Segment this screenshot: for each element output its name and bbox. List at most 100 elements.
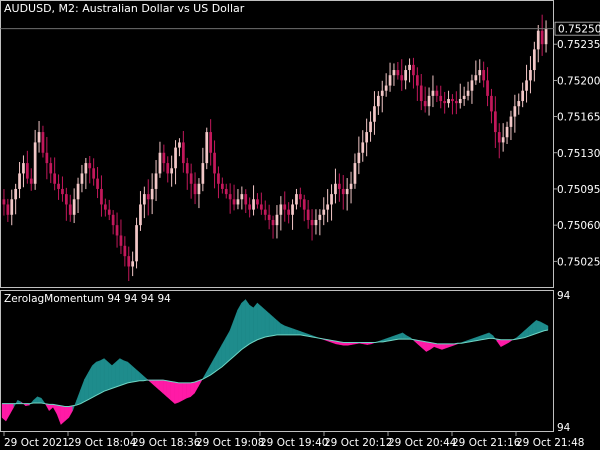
candle-body — [228, 194, 232, 200]
candle-body — [283, 204, 287, 210]
candle-body — [493, 111, 497, 133]
time-tick-label: 29 Oct 21:48 — [516, 437, 584, 449]
candle-body — [361, 142, 365, 153]
candle-body — [209, 132, 213, 153]
time-tick-label: 29 Oct 18:04 — [68, 437, 137, 449]
candle-body — [45, 152, 49, 164]
candle-body — [334, 183, 337, 195]
candle-body — [127, 256, 131, 267]
candle-body — [107, 209, 111, 215]
candle-body — [162, 152, 166, 164]
time-tick-label: 29 Oct 2021 — [4, 437, 69, 449]
candle-body — [400, 75, 404, 81]
symbol-description: Australian Dollar vs US Dollar — [82, 2, 245, 15]
candle-body — [322, 209, 326, 215]
momentum-negative-segment — [60, 405, 66, 425]
candle-body — [271, 219, 275, 226]
momentum-positive-segment — [103, 358, 109, 392]
candle-body — [388, 75, 392, 86]
candle-body — [517, 101, 521, 107]
candle-body — [540, 30, 544, 45]
candle-body — [92, 168, 96, 179]
momentum-negative-segment — [166, 380, 172, 401]
chart-canvas[interactable]: 0.75235 0.75200 0.75165 0.75130 0.75095 0.750… — [0, 0, 600, 450]
candle-body — [158, 152, 162, 174]
candle-body — [41, 132, 45, 153]
candle-body — [478, 70, 482, 76]
candle-body — [392, 70, 396, 76]
candle-body — [131, 261, 135, 267]
candle-body — [80, 173, 84, 184]
momentum-positive-segment — [264, 309, 270, 338]
candle-body — [529, 70, 532, 81]
candle-body — [330, 194, 333, 205]
price-tick-label: 0.75095 — [557, 184, 600, 196]
candle-body — [423, 101, 427, 107]
candle-body — [349, 183, 353, 189]
momentum-positive-segment — [241, 299, 246, 350]
candle-body — [174, 147, 177, 169]
candle-body — [532, 49, 536, 71]
candle-body — [2, 199, 6, 205]
candle-body — [482, 70, 486, 81]
candle-body — [302, 199, 306, 210]
candle-body — [373, 106, 376, 122]
candle-body — [6, 204, 10, 215]
candle-body — [408, 64, 411, 71]
momentum-positive-segment — [268, 312, 274, 337]
candle-body — [178, 142, 181, 148]
candle-body — [279, 204, 283, 215]
candle-body — [103, 204, 107, 210]
momentum-positive-segment — [92, 361, 97, 398]
candle-body — [64, 194, 68, 205]
time-tick-label: 29 Oct 18:36 — [132, 437, 201, 449]
candle-body — [525, 80, 528, 91]
candle-body — [275, 214, 279, 226]
candle-body — [310, 219, 314, 226]
candle-body — [376, 95, 380, 107]
candle-body — [150, 188, 154, 200]
candle-body — [139, 204, 142, 226]
price-tick-label: 0.75060 — [557, 220, 600, 232]
candle-body — [295, 194, 298, 205]
candle-body — [412, 64, 415, 76]
candle-body — [490, 95, 493, 112]
current-price-label: 0.75250 — [558, 24, 600, 36]
candle-body — [462, 95, 466, 99]
candle-body — [25, 163, 29, 179]
candle-body — [419, 85, 423, 102]
momentum-positive-segment — [284, 325, 289, 336]
momentum-positive-segment — [257, 302, 262, 341]
momentum-positive-segment — [261, 305, 266, 339]
momentum-positive-segment — [237, 302, 242, 354]
momentum-positive-segment — [96, 360, 101, 396]
time-tick-label: 29 Oct 20:12 — [324, 437, 392, 449]
momentum-negative-segment — [174, 381, 179, 404]
candle-body — [135, 225, 138, 262]
candle-body — [248, 204, 252, 210]
momentum-positive-segment — [249, 304, 254, 345]
candle-body — [431, 90, 435, 96]
candle-body — [458, 98, 462, 104]
price-tick-label: 0.75165 — [557, 112, 600, 124]
candle-body — [220, 183, 224, 189]
symbol-title: AUDUSD, M2: Australian Dollar vs US Doll… — [4, 2, 244, 15]
momentum-positive-segment — [280, 323, 286, 336]
candle-body — [466, 90, 470, 96]
candle-body — [486, 80, 489, 96]
candle-body — [96, 178, 99, 189]
candle-body — [29, 178, 33, 184]
candle-body — [10, 199, 14, 215]
price-tick-label: 0.75130 — [557, 148, 600, 160]
candle-body — [72, 199, 76, 215]
time-tick-label: 29 Oct 21:16 — [452, 437, 521, 449]
candle-body — [505, 126, 509, 138]
candle-body — [193, 183, 197, 195]
momentum-positive-segment — [107, 361, 113, 391]
candle-body — [341, 188, 345, 195]
candle-body — [224, 188, 228, 195]
candle-body — [205, 132, 209, 164]
candle-body — [404, 70, 408, 81]
momentum-positive-segment — [115, 358, 121, 388]
candle-body — [380, 90, 384, 96]
